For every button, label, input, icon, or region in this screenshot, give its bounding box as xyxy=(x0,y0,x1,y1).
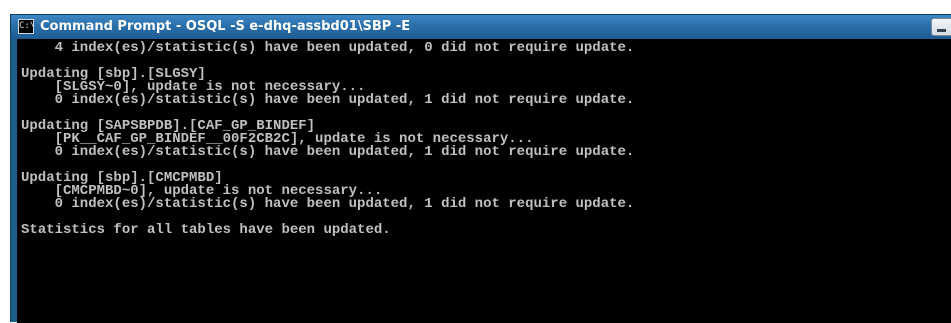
console-output-area[interactable]: 4 index(es)/statistic(s) have been updat… xyxy=(17,39,951,323)
console-line: 0 index(es)/statistic(s) have been updat… xyxy=(21,144,635,160)
minimize-icon xyxy=(937,29,946,32)
title-bar[interactable]: C:\ Command Prompt - OSQL -S e-dhq-assbd… xyxy=(11,15,951,39)
screenshot-frame: C:\ Command Prompt - OSQL -S e-dhq-assbd… xyxy=(0,0,951,323)
console-line: Statistics for all tables have been upda… xyxy=(21,222,391,238)
minimize-button[interactable] xyxy=(931,18,951,36)
window-title: Command Prompt - OSQL -S e-dhq-assbd01\S… xyxy=(40,19,411,34)
console-app-icon[interactable]: C:\ xyxy=(18,19,34,34)
console-output: 4 index(es)/statistic(s) have been updat… xyxy=(21,40,635,238)
command-prompt-window: C:\ Command Prompt - OSQL -S e-dhq-assbd… xyxy=(10,14,951,323)
console-line: 4 index(es)/statistic(s) have been updat… xyxy=(21,40,635,56)
console-line: 0 index(es)/statistic(s) have been updat… xyxy=(21,196,635,212)
console-line: 0 index(es)/statistic(s) have been updat… xyxy=(21,92,635,108)
